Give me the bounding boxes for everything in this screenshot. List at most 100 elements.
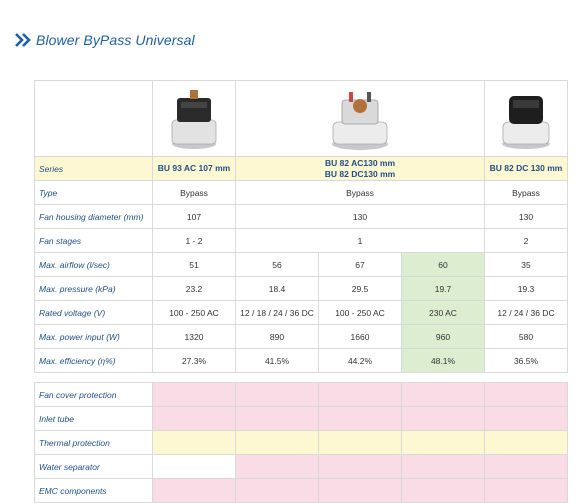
row-label: Max. pressure (kPa): [34, 276, 153, 301]
product-image-bu82-dc: [484, 80, 568, 157]
motor-icon: [171, 89, 217, 149]
feature-cell: [401, 454, 485, 479]
table-cell: 56: [235, 252, 319, 277]
table-cell: 35: [484, 252, 568, 277]
feature-cell: [152, 454, 236, 479]
table-cell: 890: [235, 324, 319, 349]
spec-table: Series BU 93 AC 107 mm BU 82 AC130 mm BU…: [34, 80, 568, 373]
table-cell: 1 - 2: [152, 228, 236, 253]
table-cell: 60: [401, 252, 485, 277]
table-cell: 2: [484, 228, 568, 253]
feature-cell: [152, 478, 236, 503]
table-row: Inlet tube: [34, 406, 568, 431]
feature-cell: [152, 430, 236, 455]
series-bu82-dc: BU 82 DC130 mm: [324, 168, 396, 179]
table-cell: 36.5%: [484, 348, 568, 373]
feature-cell: [401, 406, 485, 431]
page-header: Blower ByPass Universal: [14, 32, 195, 48]
feature-cell: [401, 382, 485, 407]
table-cell: 1: [235, 228, 485, 253]
table-cell: 107: [152, 204, 236, 229]
table-cell: 580: [484, 324, 568, 349]
table-cell: 12 / 18 / 24 / 36 DC: [235, 300, 319, 325]
table-row: Rated voltage (V) 100 - 250 AC 12 / 18 /…: [34, 300, 568, 325]
feature-cell: [401, 430, 485, 455]
table-row: Fan cover protection: [34, 382, 568, 407]
feature-cell: [318, 478, 402, 503]
table-cell: Bypass: [152, 180, 236, 205]
table-cell: Bypass: [235, 180, 485, 205]
feature-cell: [152, 382, 236, 407]
image-row: [34, 80, 568, 157]
feature-cell: [318, 454, 402, 479]
series-bu82-dc-130: BU 82 DC 130 mm: [484, 156, 568, 181]
table-cell: 44.2%: [318, 348, 402, 373]
row-label: Type: [34, 180, 153, 205]
table-cell: 130: [484, 204, 568, 229]
table-cell: 130: [235, 204, 485, 229]
row-label: Max. efficiency (η%): [34, 348, 153, 373]
table-row: Thermal protection: [34, 430, 568, 455]
table-cell: 100 - 250 AC: [152, 300, 236, 325]
feature-cell: [318, 406, 402, 431]
table-cell: 230 AC: [401, 300, 485, 325]
table-row: Max. efficiency (η%) 27.3% 41.5% 44.2% 4…: [34, 348, 568, 373]
product-image-bu82-ac: [235, 80, 485, 157]
feature-cell: [235, 478, 319, 503]
row-label: Fan housing diameter (mm): [34, 204, 153, 229]
table-row: Type Bypass Bypass Bypass: [34, 180, 568, 205]
feature-cell: [235, 454, 319, 479]
feature-cell: [401, 478, 485, 503]
table-cell: 12 / 24 / 36 DC: [484, 300, 568, 325]
feature-cell: [318, 382, 402, 407]
table-row: EMC components: [34, 478, 568, 503]
row-label: Max. power input (W): [34, 324, 153, 349]
table-row: Water separator: [34, 454, 568, 479]
table-cell: 67: [318, 252, 402, 277]
table-cell: 48.1%: [401, 348, 485, 373]
feature-cell: [484, 382, 568, 407]
feature-cell: [484, 406, 568, 431]
feature-table: Fan cover protection Inlet tube Thermal …: [34, 382, 568, 503]
feature-cell: [318, 430, 402, 455]
feature-cell: [484, 478, 568, 503]
feature-cell: [235, 430, 319, 455]
table-cell: 51: [152, 252, 236, 277]
table-cell: 41.5%: [235, 348, 319, 373]
feature-cell: [484, 454, 568, 479]
table-cell: 27.3%: [152, 348, 236, 373]
table-cell: 18.4: [235, 276, 319, 301]
motor-icon: [502, 95, 550, 149]
series-bu82-ac-dc: BU 82 AC130 mm BU 82 DC130 mm: [235, 156, 485, 181]
table-row: Max. power input (W) 1320 890 1660 960 5…: [34, 324, 568, 349]
row-label: EMC components: [34, 478, 153, 503]
series-bu82-ac: BU 82 AC130 mm: [324, 157, 396, 168]
row-label: Fan cover protection: [34, 382, 153, 407]
table-cell: 1660: [318, 324, 402, 349]
series-bu93: BU 93 AC 107 mm: [152, 156, 236, 181]
row-label: Rated voltage (V): [34, 300, 153, 325]
feature-cell: [235, 406, 319, 431]
page-title: Blower ByPass Universal: [36, 32, 195, 48]
double-chevron-icon: [15, 33, 31, 47]
feature-cell: [152, 406, 236, 431]
table-cell: 19.7: [401, 276, 485, 301]
table-row: Fan stages 1 - 2 1 2: [34, 228, 568, 253]
table-cell: 1320: [152, 324, 236, 349]
product-image-bu93: [152, 80, 236, 157]
feature-cell: [235, 382, 319, 407]
table-row: Max. airflow (l/sec) 51 56 67 60 35: [34, 252, 568, 277]
table-cell: 100 - 250 AC: [318, 300, 402, 325]
table-row: Fan housing diameter (mm) 107 130 130: [34, 204, 568, 229]
empty-cell: [34, 80, 153, 157]
series-row: Series BU 93 AC 107 mm BU 82 AC130 mm BU…: [34, 156, 568, 181]
table-cell: 23.2: [152, 276, 236, 301]
row-label: Max. airflow (l/sec): [34, 252, 153, 277]
feature-cell: [484, 430, 568, 455]
row-label: Thermal protection: [34, 430, 153, 455]
row-label: Inlet tube: [34, 406, 153, 431]
table-cell: Bypass: [484, 180, 568, 205]
row-label: Water separator: [34, 454, 153, 479]
row-label: Fan stages: [34, 228, 153, 253]
series-label: Series: [34, 156, 153, 181]
